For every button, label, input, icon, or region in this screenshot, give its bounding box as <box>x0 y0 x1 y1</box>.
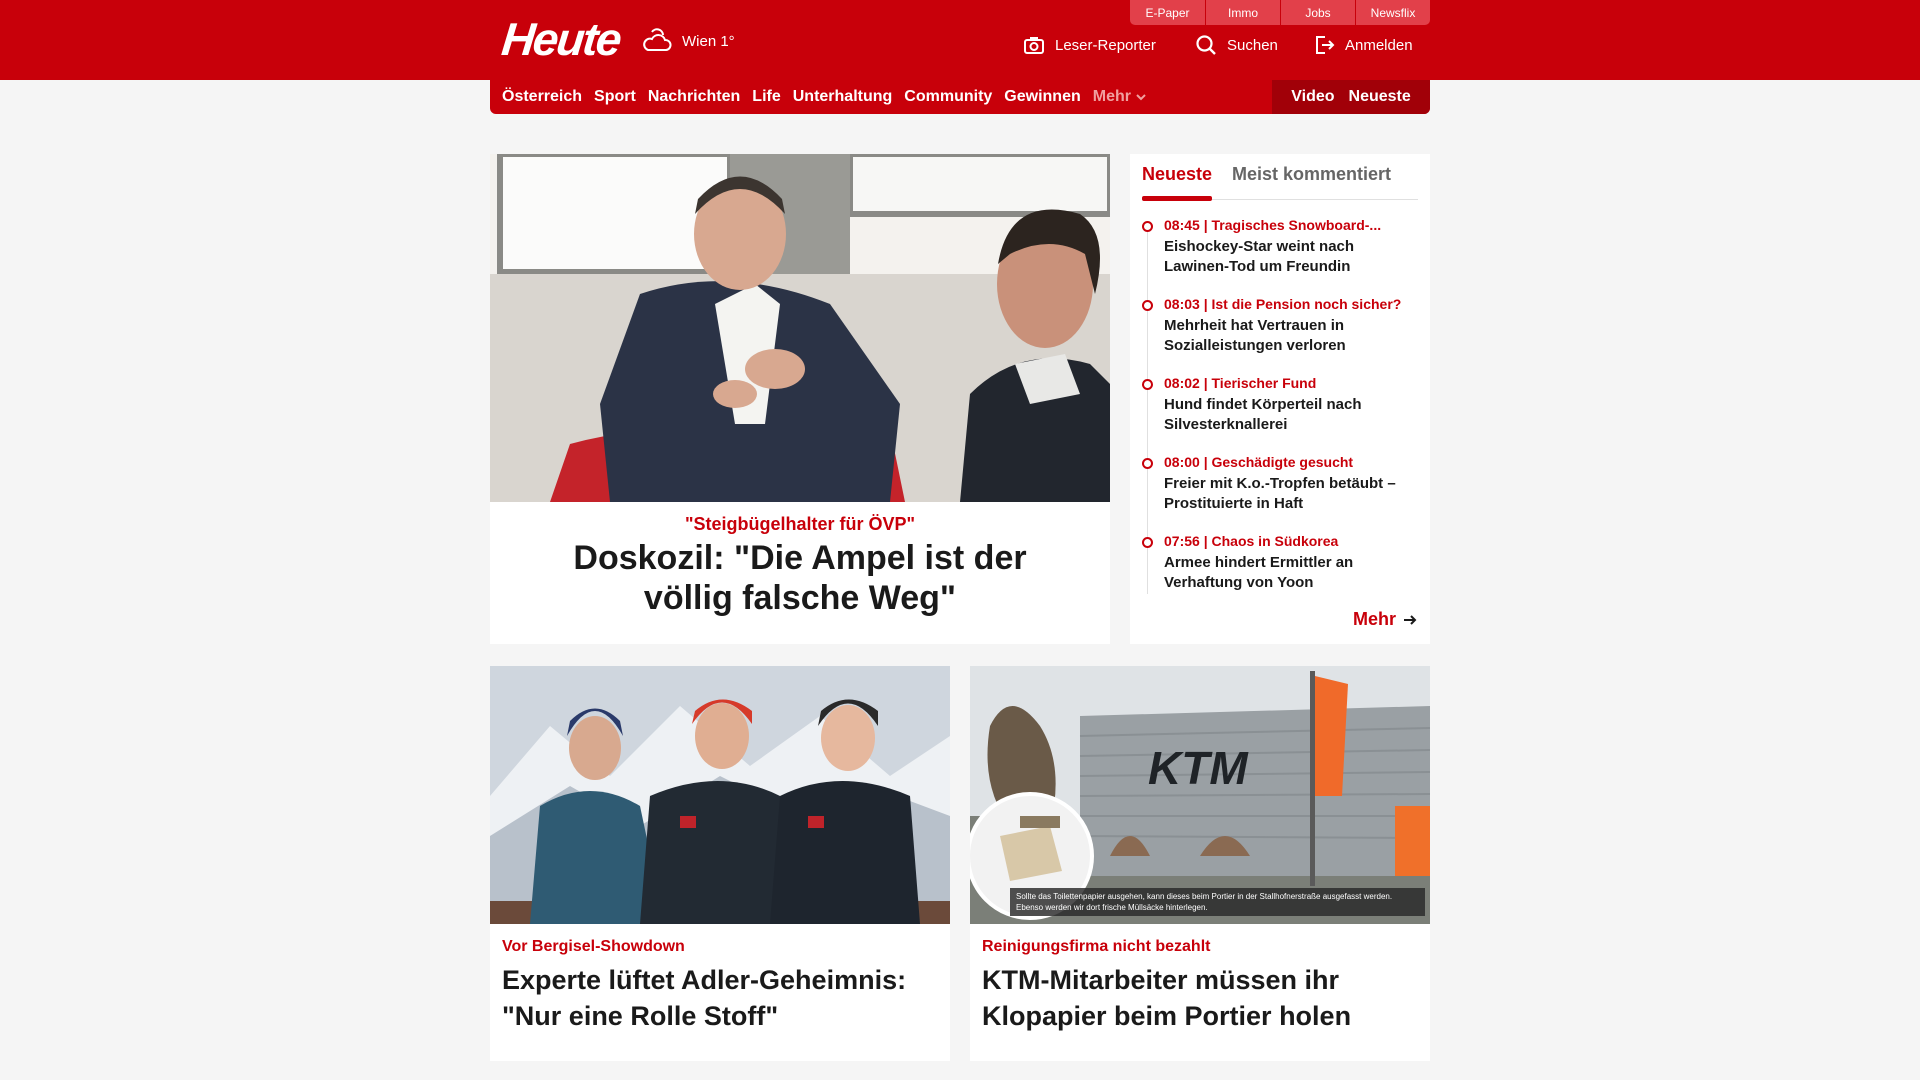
site-header <box>0 0 1920 80</box>
ktm-building-photo: KTM <box>970 666 1430 924</box>
nav-more-dropdown[interactable]: Mehr <box>1093 88 1147 106</box>
tab-neueste[interactable]: Neueste <box>1142 164 1212 185</box>
nav-item-sport[interactable]: Sport <box>594 88 636 106</box>
feed-kicker: 07:56 | Chaos in Südkorea <box>1164 533 1339 549</box>
article-card-ktm[interactable]: KTM Sollte das Toilettenpapier ausgehen,… <box>970 666 1430 1061</box>
nav-items: Österreich Sport Nachrichten Life Unterh… <box>502 80 1147 114</box>
weather-cloud-sun-icon <box>643 28 672 51</box>
login-button[interactable]: Anmelden <box>1313 34 1413 56</box>
sidebar-tabs: Neueste Meist kommentiert <box>1142 154 1418 201</box>
quicklink-epaper[interactable]: E-Paper <box>1130 0 1205 25</box>
ktm-sign: KTM <box>1148 742 1249 794</box>
feed-title[interactable]: Eishockey-Star weint nach Lawinen-Tod um… <box>1164 237 1422 277</box>
feed-item[interactable]: 08:00 | Geschädigte gesucht Freier mit K… <box>1142 454 1422 520</box>
arrow-right-icon <box>1404 614 1417 625</box>
news-sidebar: Neueste Meist kommentiert 08:45 | Tragis… <box>1130 154 1430 644</box>
camera-icon <box>1024 37 1044 54</box>
feed-title[interactable]: Mehrheit hat Vertrauen in Sozialleistung… <box>1164 316 1422 356</box>
card-headline[interactable]: Experte lüftet Adler-Geheimnis: "Nur ein… <box>502 962 942 1034</box>
nav-item-nachrichten[interactable]: Nachrichten <box>648 88 740 106</box>
quicklink-jobs[interactable]: Jobs <box>1280 0 1355 25</box>
nav-latest-link[interactable]: Neueste <box>1349 88 1411 106</box>
weather-text: Wien 1° <box>682 32 735 50</box>
feed-kicker: 08:02 | Tierischer Fund <box>1164 375 1317 391</box>
lead-article[interactable]: "Steigbügelhalter für ÖVP" Doskozil: "Di… <box>490 154 1110 644</box>
quicklink-newsflix[interactable]: Newsflix <box>1355 0 1430 25</box>
article-card-ski[interactable]: Vor Bergisel-Showdown Experte lüftet Adl… <box>490 666 950 1061</box>
quicklinks: E-Paper Immo Jobs Newsflix <box>1130 0 1430 25</box>
nav-item-oesterreich[interactable]: Österreich <box>502 88 582 106</box>
feed-title[interactable]: Hund findet Körperteil nach Silvesterkna… <box>1164 395 1422 435</box>
feed-kicker: 08:03 | Ist die Pension noch sicher? <box>1164 296 1402 312</box>
feed-kicker: 08:00 | Geschädigte gesucht <box>1164 454 1354 470</box>
feed-item[interactable]: 08:45 | Tragisches Snowboard-... Eishock… <box>1142 217 1422 283</box>
search-button[interactable]: Suchen <box>1195 34 1278 56</box>
feed-item[interactable]: 08:03 | Ist die Pension noch sicher? Meh… <box>1142 296 1422 362</box>
login-icon <box>1316 36 1335 54</box>
more-label: Mehr <box>1352 609 1396 629</box>
nav-right-group: Video Neueste <box>1272 80 1430 114</box>
leser-reporter-button[interactable]: Leser-Reporter <box>1023 34 1156 56</box>
more-link[interactable]: Mehr <box>1353 609 1418 630</box>
nav-item-unterhaltung[interactable]: Unterhaltung <box>793 88 893 106</box>
lead-article-image[interactable] <box>490 154 1110 502</box>
lead-headline[interactable]: Doskozil: "Die Ampel ist der völlig fals… <box>530 538 1070 618</box>
search-label: Suchen <box>1227 36 1278 54</box>
nav-item-gewinnen[interactable]: Gewinnen <box>1004 88 1080 106</box>
tab-active-indicator <box>1142 196 1212 201</box>
main-nav: Österreich Sport Nachrichten Life Unterh… <box>490 80 1430 114</box>
timeline-dot-icon <box>1142 221 1153 232</box>
timeline-dot-icon <box>1142 379 1153 390</box>
leser-reporter-label: Leser-Reporter <box>1055 36 1156 54</box>
feed-title[interactable]: Armee hindert Ermittler an Verhaftung vo… <box>1164 553 1422 593</box>
nav-video-link[interactable]: Video <box>1291 88 1334 106</box>
quicklink-immo[interactable]: Immo <box>1205 0 1280 25</box>
login-label: Anmelden <box>1345 36 1413 54</box>
chevron-down-icon <box>1136 94 1146 101</box>
search-icon <box>1196 35 1216 55</box>
card-kicker: Vor Bergisel-Showdown <box>502 938 685 955</box>
feed-item[interactable]: 08:02 | Tierischer Fund Hund findet Körp… <box>1142 375 1422 441</box>
lead-photo <box>490 154 1110 502</box>
nav-more-label: Mehr <box>1092 88 1131 105</box>
feed-item[interactable]: 07:56 | Chaos in Südkorea Armee hindert … <box>1142 533 1422 599</box>
timeline-dot-icon <box>1142 458 1153 469</box>
tab-meist-kommentiert[interactable]: Meist kommentiert <box>1232 164 1391 185</box>
article-image[interactable] <box>490 666 950 924</box>
ski-jumpers-photo <box>490 666 950 924</box>
article-image[interactable]: KTM Sollte das Toilettenpapier ausgehen,… <box>970 666 1430 924</box>
nav-item-life[interactable]: Life <box>752 88 780 106</box>
weather-widget[interactable]: Wien 1° <box>640 26 735 56</box>
card-kicker: Reinigungsfirma nicht bezahlt <box>982 938 1211 955</box>
nav-item-community[interactable]: Community <box>904 88 992 106</box>
feed-title[interactable]: Freier mit K.o.-Tropfen betäubt – Prosti… <box>1164 474 1422 514</box>
image-caption: Sollte das Toilettenpapier ausgehen, kan… <box>1010 888 1425 916</box>
timeline-dot-icon <box>1142 537 1153 548</box>
site-logo[interactable]: Heute <box>499 12 622 66</box>
card-headline[interactable]: KTM-Mitarbeiter müssen ihr Klopapier bei… <box>982 962 1422 1034</box>
lead-kicker: "Steigbügelhalter für ÖVP" <box>684 514 916 534</box>
feed-kicker: 08:45 | Tragisches Snowboard-... <box>1164 217 1382 233</box>
timeline-dot-icon <box>1142 300 1153 311</box>
